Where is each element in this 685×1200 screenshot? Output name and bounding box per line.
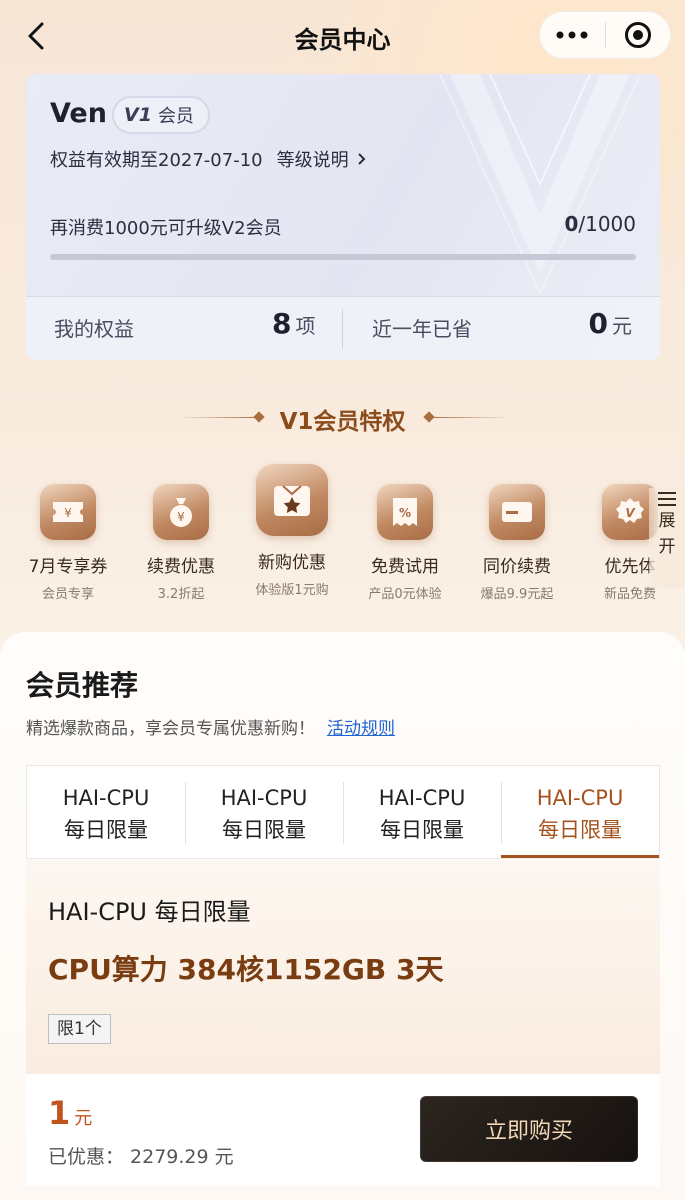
tab-line-1: HAI-CPU — [536, 786, 624, 810]
progress-current: 0 — [564, 212, 579, 236]
product-card: HAI-CPU 每日限量 CPU算力 384核1152GB 3天 限1个 — [26, 860, 660, 1074]
validity-row: 权益有效期至2027-07-10 等级说明 — [50, 146, 366, 172]
expand-privileges-button[interactable]: 展 开 — [649, 488, 685, 588]
mini-program-capsule — [539, 11, 671, 59]
benefits-number: 8 — [272, 307, 292, 340]
tab-line-2: 每日限量 — [222, 818, 306, 842]
privilege-name: 免费试用 — [371, 557, 439, 577]
limit-tag: 限1个 — [48, 1014, 111, 1044]
product-tab[interactable]: HAI-CPU 每日限量 — [343, 766, 501, 858]
svg-text:¥: ¥ — [64, 506, 72, 520]
money-bag-icon: ¥ — [153, 484, 209, 540]
recommend-title: 会员推荐 — [26, 669, 139, 702]
benefits-unit: 项 — [295, 314, 316, 338]
tab-line-2: 每日限量 — [64, 818, 148, 842]
more-button[interactable] — [540, 11, 605, 59]
saved-amount: 0元 — [589, 307, 632, 340]
stats-divider — [342, 309, 343, 349]
tab-line-1: HAI-CPU — [62, 786, 150, 810]
product-tab-active[interactable]: HAI-CPU 每日限量 — [501, 766, 659, 858]
privilege-sub: 会员专享 — [41, 587, 94, 602]
privileges-title: V1会员特权 — [279, 409, 406, 435]
card-icon — [489, 484, 545, 540]
price: 1元 — [48, 1094, 92, 1132]
svg-text:%: % — [399, 506, 411, 520]
price-number: 1 — [48, 1094, 71, 1132]
gift-star-icon — [256, 464, 328, 536]
validity-text: 权益有效期至2027-07-10 — [50, 150, 263, 171]
v-emblem-decoration — [440, 74, 640, 294]
percent-ticket-icon: % — [377, 484, 433, 540]
benefits-count: 8项 — [272, 307, 315, 340]
privilege-item[interactable]: % 免费试用 产品0元体验 — [349, 460, 461, 602]
level-text: 会员 — [157, 106, 194, 127]
chevron-right-icon — [357, 153, 366, 165]
privilege-item[interactable]: 新购优惠 体验版1元购 — [236, 460, 348, 598]
product-tab[interactable]: HAI-CPU 每日限量 — [27, 766, 185, 858]
recommend-subtitle-row: 精选爆款商品，享会员专属优惠新购！ 活动规则 — [26, 714, 395, 739]
nav-bar: 会员中心 — [0, 0, 685, 72]
coupon-icon: ¥ — [40, 484, 96, 540]
progress-total: /1000 — [578, 212, 636, 236]
member-level-badge[interactable]: V1 会员 — [112, 96, 210, 134]
privilege-sub: 3.2折起 — [157, 587, 205, 602]
privilege-sub: 爆品9.9元起 — [480, 587, 554, 602]
recommend-subtitle: 精选爆款商品，享会员专属优惠新购！ — [26, 719, 315, 739]
recommend-panel: 会员推荐 精选爆款商品，享会员专属优惠新购！ 活动规则 HAI-CPU 每日限量… — [0, 632, 685, 1200]
user-name: Ven — [50, 98, 107, 129]
level-explain-link[interactable]: 等级说明 — [277, 146, 366, 172]
discount-amount: 已优惠： 2279.29 元 — [48, 1146, 234, 1168]
privilege-name: 新购优惠 — [258, 553, 326, 573]
privileges-header: V1会员特权 — [0, 398, 685, 438]
saved-label[interactable]: 近一年已省 — [372, 313, 472, 342]
privilege-item[interactable]: ¥ 续费优惠 3.2折起 — [125, 460, 237, 602]
expand-label-1: 展 — [658, 511, 676, 531]
price-bar: 1元 已优惠： 2279.29 元 立即购买 — [26, 1074, 660, 1186]
tab-line-2: 每日限量 — [380, 818, 464, 842]
product-name: HAI-CPU 每日限量 — [48, 898, 251, 926]
menu-lines-icon — [658, 492, 676, 506]
member-stats: 我的权益 8项 近一年已省 0元 — [26, 296, 660, 360]
tab-line-1: HAI-CPU — [220, 786, 308, 810]
price-unit: 元 — [74, 1108, 93, 1129]
product-tabs: HAI-CPU 每日限量 HAI-CPU 每日限量 HAI-CPU 每日限量 H… — [26, 765, 660, 859]
level-code: V1 — [124, 104, 152, 126]
expand-label-2: 开 — [658, 537, 676, 557]
privilege-item[interactable]: 同价续费 爆品9.9元起 — [461, 460, 573, 602]
more-dots-icon — [556, 31, 588, 39]
target-close-icon — [624, 22, 651, 48]
upgrade-hint: 再消费1000元可升级V2会员 — [50, 218, 282, 239]
buy-now-button[interactable]: 立即购买 — [420, 1096, 638, 1162]
progress-value: 0/1000 — [564, 212, 636, 236]
saved-unit: 元 — [612, 314, 632, 338]
privilege-name: 同价续费 — [483, 557, 551, 577]
privilege-sub: 产品0元体验 — [368, 587, 442, 602]
header-line-right — [430, 417, 510, 418]
privilege-name: 续费优惠 — [147, 557, 215, 577]
product-tab[interactable]: HAI-CPU 每日限量 — [185, 766, 343, 858]
privileges-list: ¥ 7月专享券 会员专享 ¥ 续费优惠 3.2折起 新购优惠 体验版1元购 % … — [0, 460, 685, 610]
privilege-item[interactable]: ¥ 7月专享券 会员专享 — [12, 460, 124, 602]
product-spec: CPU算力 384核1152GB 3天 — [48, 953, 444, 986]
svg-text:¥: ¥ — [177, 510, 185, 524]
privilege-name: 7月专享券 — [28, 557, 108, 577]
benefits-label[interactable]: 我的权益 — [54, 313, 134, 342]
level-explain-label: 等级说明 — [276, 150, 349, 171]
tab-line-2: 每日限量 — [538, 818, 622, 842]
privilege-sub: 体验版1元购 — [255, 583, 329, 598]
activity-rules-link[interactable]: 活动规则 — [327, 714, 395, 739]
member-card: Ven V1 会员 权益有效期至2027-07-10 等级说明 再消费1000元… — [26, 74, 660, 360]
upgrade-progress-bar — [50, 254, 636, 260]
saved-number: 0 — [588, 307, 608, 340]
close-button[interactable] — [606, 11, 671, 59]
tab-line-1: HAI-CPU — [378, 786, 466, 810]
